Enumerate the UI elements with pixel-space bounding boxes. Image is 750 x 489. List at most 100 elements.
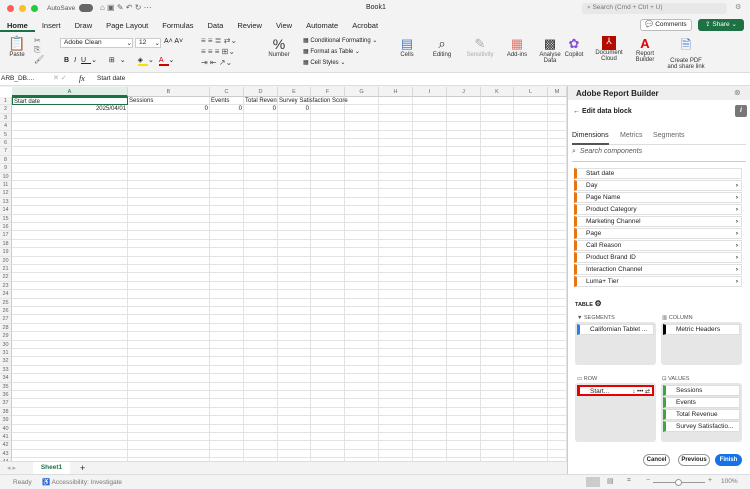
cell-I23[interactable] [413,281,447,291]
cell-K10[interactable] [481,172,514,181]
cell-L21[interactable] [514,265,548,274]
cell-I9[interactable] [413,164,447,173]
cell-L40[interactable] [514,424,548,433]
cell-G22[interactable] [345,273,379,282]
dimension-item[interactable]: Call Reason › [574,240,742,251]
cell-G31[interactable] [345,349,379,358]
cell-B7[interactable] [128,147,210,156]
cell-D6[interactable] [244,139,278,148]
dimension-item[interactable]: Page Name › [574,192,742,203]
cell-H16[interactable] [379,223,413,232]
cell-K4[interactable] [481,122,514,131]
zoom-slider[interactable] [653,479,705,486]
cell-M40[interactable] [548,424,567,433]
cell-I36[interactable] [413,391,447,400]
cell-E24[interactable] [278,290,311,299]
dimension-item[interactable]: Product Category › [574,204,742,215]
chevron-right-icon[interactable]: › [736,253,738,263]
cell-G33[interactable] [345,365,379,375]
cell-K16[interactable] [481,223,514,232]
tab-segments[interactable]: Segments [653,132,685,139]
cell-M36[interactable] [548,391,567,400]
dimension-item[interactable]: Day › [574,180,742,191]
column-header-E[interactable]: E [278,87,311,97]
cell-E1[interactable]: Survey Satisfaction Score [278,97,348,106]
cell-I42[interactable] [413,441,447,450]
cell-F39[interactable] [311,416,345,425]
value-item[interactable]: Events [663,397,740,408]
cell-M32[interactable] [548,357,567,366]
cell-L22[interactable] [514,273,548,282]
row-header[interactable]: 8 [0,155,12,165]
cell-L18[interactable] [514,239,548,249]
cell-E20[interactable] [278,256,311,265]
cell-B24[interactable] [128,290,210,299]
cell-B22[interactable] [128,273,210,282]
cell-E32[interactable] [278,357,311,366]
cell-E10[interactable] [278,172,311,181]
cell-H35[interactable] [379,382,413,391]
cell-B39[interactable] [128,416,210,425]
cell-A18[interactable] [12,239,128,249]
cell-C13[interactable] [210,197,244,207]
cell-J39[interactable] [447,416,481,425]
value-item[interactable]: Sessions [663,385,740,396]
cell-H5[interactable] [379,130,413,139]
column-header-J[interactable]: J [447,87,481,97]
cell-G29[interactable] [345,332,379,341]
cell-A36[interactable] [12,391,128,400]
cell-F22[interactable] [311,273,345,282]
row-header[interactable]: 27 [0,315,12,324]
cell-J2[interactable] [447,105,481,114]
cell-E42[interactable] [278,441,311,450]
cell-M10[interactable] [548,172,567,181]
cell-I11[interactable] [413,181,447,190]
cell-E5[interactable] [278,130,311,139]
cell-C30[interactable] [210,340,244,349]
row-header[interactable]: 3 [0,113,12,123]
cell-C1[interactable]: Events [210,97,244,106]
cell-L39[interactable] [514,416,548,425]
cell-A32[interactable] [12,357,128,366]
cell-E43[interactable] [278,449,311,459]
chevron-right-icon[interactable]: › [736,205,738,215]
row-drop-zone[interactable]: Start... ↓ ••• ⇄ [575,383,656,442]
cell-J16[interactable] [447,223,481,232]
cell-B32[interactable] [128,357,210,366]
column-header-D[interactable]: D [244,87,278,97]
cell-A33[interactable] [12,365,128,375]
cell-A35[interactable] [12,382,128,391]
cell-A14[interactable] [12,206,128,215]
cell-H28[interactable] [379,323,413,333]
zoom-window-button[interactable] [31,5,38,12]
cell-L29[interactable] [514,332,548,341]
cell-L2[interactable] [514,105,548,114]
cell-I39[interactable] [413,416,447,425]
cell-K17[interactable] [481,231,514,240]
cell-I35[interactable] [413,382,447,391]
cell-H38[interactable] [379,407,413,417]
cell-M22[interactable] [548,273,567,282]
cell-G8[interactable] [345,155,379,165]
cell-B5[interactable] [128,130,210,139]
cancel-button[interactable]: Cancel [643,454,670,466]
zoom-out-button[interactable]: − [646,477,650,484]
cell-E22[interactable] [278,273,311,282]
cell-B1[interactable]: Sessions [128,97,210,106]
cell-K13[interactable] [481,197,514,207]
column-header-A[interactable]: A [12,87,128,97]
cell-A43[interactable] [12,449,128,459]
cell-M6[interactable] [548,139,567,148]
cell-F6[interactable] [311,139,345,148]
cell-L24[interactable] [514,290,548,299]
row-header[interactable]: 24 [0,290,12,299]
row-header[interactable]: 15 [0,214,12,223]
cell-F7[interactable] [311,147,345,156]
cell-K26[interactable] [481,307,514,316]
cell-A9[interactable] [12,164,128,173]
cell-M2[interactable] [548,105,567,114]
cell-B16[interactable] [128,223,210,232]
cell-G5[interactable] [345,130,379,139]
cell-F31[interactable] [311,349,345,358]
cell-J31[interactable] [447,349,481,358]
